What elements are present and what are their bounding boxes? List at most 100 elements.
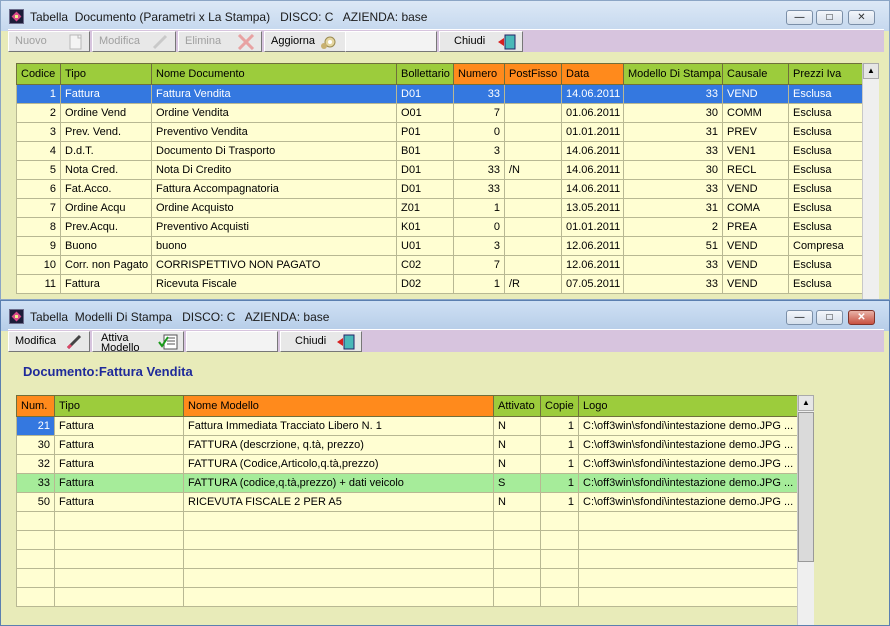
- table-cell[interactable]: 14.06.2011: [561, 141, 624, 161]
- table-cell[interactable]: 33: [623, 84, 723, 104]
- table-cell[interactable]: [540, 568, 579, 588]
- table-cell[interactable]: Esclusa: [788, 141, 863, 161]
- table-cell[interactable]: [540, 511, 579, 531]
- table-cell[interactable]: N: [493, 492, 541, 512]
- table-cell[interactable]: 33: [623, 179, 723, 199]
- table-cell[interactable]: 33: [453, 179, 505, 199]
- table-cell[interactable]: Fat.Acco.: [60, 179, 152, 199]
- table-row[interactable]: 1 Fattura Fattura Vendita D01 33 14.06.2011 33…: [16, 84, 863, 104]
- table-cell[interactable]: Esclusa: [788, 160, 863, 180]
- table-cell[interactable]: [578, 511, 798, 531]
- table-cell[interactable]: VEND: [722, 255, 789, 275]
- table-cell[interactable]: Fattura Immediata Tracciato Libero N. 1: [183, 416, 494, 436]
- table-cell[interactable]: 0: [453, 217, 505, 237]
- table-cell[interactable]: 3: [453, 141, 505, 161]
- table-cell[interactable]: 7: [453, 103, 505, 123]
- table-cell[interactable]: [16, 568, 55, 588]
- table-cell[interactable]: 10: [16, 255, 61, 275]
- table-cell[interactable]: B01: [396, 141, 454, 161]
- table-cell[interactable]: Esclusa: [788, 198, 863, 218]
- table-row[interactable]: 11 Fattura Ricevuta Fiscale D02 1/R 07.05.201…: [16, 274, 863, 294]
- table-cell[interactable]: Esclusa: [788, 103, 863, 123]
- table-cell[interactable]: 33: [453, 84, 505, 104]
- table-cell[interactable]: 12.06.2011: [561, 255, 624, 275]
- table-cell[interactable]: VEND: [722, 179, 789, 199]
- table-cell[interactable]: 0: [453, 122, 505, 142]
- table-row[interactable]: 33 Fattura FATTURA (codice,q.tà,prezzo) + …: [16, 473, 798, 493]
- table-cell[interactable]: 32: [16, 454, 55, 474]
- table-cell[interactable]: 33: [623, 141, 723, 161]
- table-cell[interactable]: Esclusa: [788, 255, 863, 275]
- documento-header-4[interactable]: Numero: [453, 63, 505, 85]
- table-cell[interactable]: 9: [16, 236, 61, 256]
- table-row[interactable]: [16, 511, 798, 531]
- table-cell[interactable]: [493, 549, 541, 569]
- table-cell[interactable]: 01.01.2011: [561, 217, 624, 237]
- close-button[interactable]: ✕: [848, 310, 875, 325]
- table-cell[interactable]: 30: [623, 160, 723, 180]
- table-cell[interactable]: 1: [540, 416, 579, 436]
- table-cell[interactable]: RICEVUTA FISCALE 2 PER A5: [183, 492, 494, 512]
- table-row[interactable]: [16, 568, 798, 588]
- table-cell[interactable]: S: [493, 473, 541, 493]
- table-cell[interactable]: [504, 198, 562, 218]
- table-row[interactable]: 2 Ordine Vend Ordine Vendita O01 7 01.06.2011…: [16, 103, 863, 123]
- table-cell[interactable]: 33: [623, 274, 723, 294]
- table-cell[interactable]: [54, 568, 184, 588]
- table-cell[interactable]: Buono: [60, 236, 152, 256]
- table-cell[interactable]: [16, 530, 55, 550]
- table-row[interactable]: 30 Fattura FATTURA (descrzione, q.tà, prez…: [16, 435, 798, 455]
- table-cell[interactable]: [578, 587, 798, 607]
- table-cell[interactable]: [504, 179, 562, 199]
- table-cell[interactable]: [493, 568, 541, 588]
- table-cell[interactable]: [16, 587, 55, 607]
- table-cell[interactable]: Corr. non Pagato: [60, 255, 152, 275]
- maximize-button[interactable]: □: [816, 310, 843, 325]
- modelli-header-4[interactable]: Copie: [540, 395, 579, 417]
- table-row[interactable]: [16, 549, 798, 569]
- table-cell[interactable]: [578, 568, 798, 588]
- modelli-header-2[interactable]: Nome Modello: [183, 395, 494, 417]
- table-cell[interactable]: O01: [396, 103, 454, 123]
- modelli-header-5[interactable]: Logo: [578, 395, 798, 417]
- table-cell[interactable]: 7: [453, 255, 505, 275]
- table-cell[interactable]: C02: [396, 255, 454, 275]
- table-cell[interactable]: 1: [16, 84, 61, 104]
- table-cell[interactable]: 01.06.2011: [561, 103, 624, 123]
- minimize-button[interactable]: —: [786, 10, 813, 25]
- table-cell[interactable]: 6: [16, 179, 61, 199]
- documento-header-2[interactable]: Nome Documento: [151, 63, 397, 85]
- table-row[interactable]: [16, 530, 798, 550]
- table-cell[interactable]: Preventivo Vendita: [151, 122, 397, 142]
- table-cell[interactable]: 14.06.2011: [561, 179, 624, 199]
- table-cell[interactable]: [16, 549, 55, 569]
- documento-header-0[interactable]: Codice: [16, 63, 61, 85]
- table-row[interactable]: 7 Ordine Acqu Ordine Acquisto Z01 1 13.05.201…: [16, 198, 863, 218]
- table-cell[interactable]: FATTURA (codice,q.tà,prezzo) + dati veic…: [183, 473, 494, 493]
- table-cell[interactable]: Prev.Acqu.: [60, 217, 152, 237]
- table-cell[interactable]: FATTURA (Codice,Articolo,q.tà,prezzo): [183, 454, 494, 474]
- documento-header-8[interactable]: Causale: [722, 63, 789, 85]
- table-cell[interactable]: 50: [16, 492, 55, 512]
- table-cell[interactable]: [493, 511, 541, 531]
- table-cell[interactable]: 1: [540, 435, 579, 455]
- table-cell[interactable]: 1: [540, 492, 579, 512]
- table-row[interactable]: [16, 587, 798, 607]
- table-cell[interactable]: [183, 568, 494, 588]
- table-cell[interactable]: [540, 587, 579, 607]
- table-cell[interactable]: Fattura Vendita: [151, 84, 397, 104]
- table-cell[interactable]: D02: [396, 274, 454, 294]
- documento-header-9[interactable]: Prezzi Iva: [788, 63, 863, 85]
- table-cell[interactable]: Fattura Accompagnatoria: [151, 179, 397, 199]
- table-cell[interactable]: N: [493, 416, 541, 436]
- table-cell[interactable]: [54, 511, 184, 531]
- table-cell[interactable]: 31: [623, 122, 723, 142]
- table-cell[interactable]: 4: [16, 141, 61, 161]
- table-cell[interactable]: COMM: [722, 103, 789, 123]
- table-cell[interactable]: [493, 587, 541, 607]
- table-cell[interactable]: 14.06.2011: [561, 160, 624, 180]
- table-cell[interactable]: 30: [623, 103, 723, 123]
- table-cell[interactable]: Ricevuta Fiscale: [151, 274, 397, 294]
- documento-header-3[interactable]: Bollettario: [396, 63, 454, 85]
- table-row[interactable]: 6 Fat.Acco. Fattura Accompagnatoria D01 33 14…: [16, 179, 863, 199]
